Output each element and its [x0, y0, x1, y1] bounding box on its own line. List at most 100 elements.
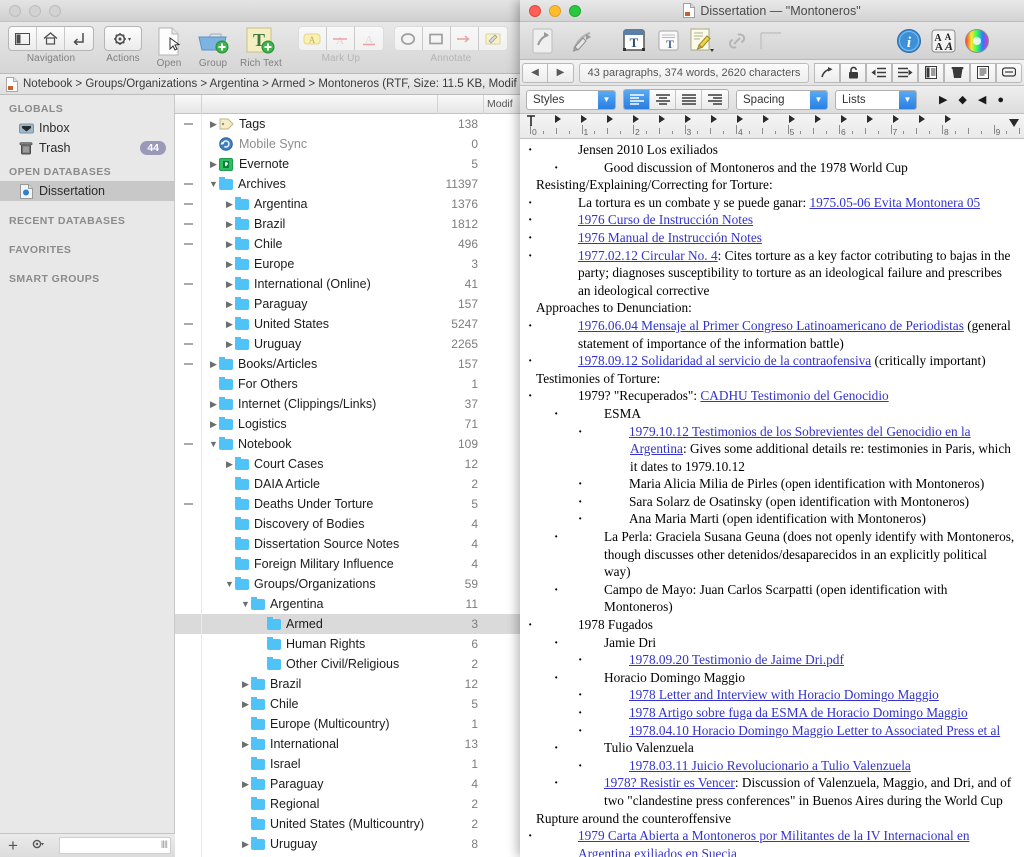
document-link[interactable]: 1978 Artigo sobre fuga da ESMA de Horaci… [629, 705, 968, 720]
spacing-dropdown[interactable]: Spacing ▼ [736, 89, 828, 110]
tab-stop-marker[interactable] [919, 115, 925, 123]
chevron-right-icon[interactable]: ▶ [224, 319, 235, 330]
chevron-right-icon[interactable]: ▶ [224, 219, 235, 230]
tab-stop-marker[interactable] [815, 115, 821, 123]
tab-stop-marker[interactable] [945, 115, 951, 123]
align-justify-button[interactable] [676, 90, 702, 109]
nav-dot-icon[interactable]: ● [997, 94, 1004, 106]
table-row[interactable]: Dissertation Source Notes 4 [175, 534, 523, 554]
document-icon[interactable] [970, 62, 996, 83]
nav-next-icon[interactable]: ▶ [939, 93, 947, 106]
table-row[interactable]: ▶ Court Cases 12 [175, 454, 523, 474]
chevron-right-icon[interactable]: ▶ [224, 259, 235, 270]
table-row[interactable]: ▶ Paraguay 4 [175, 774, 523, 794]
indent-icon[interactable] [892, 62, 918, 83]
chevron-right-icon[interactable]: ▶ [208, 159, 219, 170]
table-row[interactable]: Israel 1 [175, 754, 523, 774]
prev-page-button[interactable]: ◀ [522, 62, 548, 83]
document-link[interactable]: 1979 Carta Abierta a Montoneros por Mili… [578, 828, 970, 857]
document-link[interactable]: 1976 Manual de Instrucción Notes [578, 230, 762, 245]
chevron-right-icon[interactable]: ▶ [240, 779, 251, 790]
chevron-right-icon[interactable]: ▶ [240, 839, 251, 850]
lists-dropdown[interactable]: Lists ▼ [835, 89, 917, 110]
tab-stop-marker[interactable] [633, 115, 639, 123]
tab-stop-marker[interactable] [555, 115, 561, 123]
align-left-button[interactable] [624, 90, 650, 109]
add-button[interactable]: + [8, 837, 18, 854]
comment-icon[interactable] [996, 62, 1022, 83]
table-row[interactable]: Discovery of Bodies 4 [175, 514, 523, 534]
chevron-right-icon[interactable]: ▶ [208, 119, 219, 130]
document-link[interactable]: 1978.09.12 Solidaridad al servicio de la… [578, 353, 871, 368]
annotate-pencil-icon[interactable] [566, 26, 600, 56]
sidebar-item-dissertation[interactable]: Dissertation [0, 181, 174, 201]
sidebar-item-inbox[interactable]: Inbox [0, 118, 174, 138]
table-row[interactable]: Foreign Military Influence 4 [175, 554, 523, 574]
zoom-button[interactable] [49, 4, 61, 17]
table-row[interactable]: ▼ Argentina 11 [175, 594, 523, 614]
table-row[interactable]: ▼ Archives 11397 [175, 174, 523, 194]
document-link[interactable]: 1977.02.12 Circular No. 4 [578, 248, 718, 263]
tab-stop-marker[interactable] [607, 115, 613, 123]
align-center-button[interactable] [650, 90, 676, 109]
tab-stop-marker[interactable] [763, 115, 769, 123]
table-row[interactable]: ▶ Evernote 5 [175, 154, 523, 174]
close-button[interactable] [9, 4, 21, 17]
table-row[interactable]: ▶ Uruguay 8 [175, 834, 523, 854]
table-row[interactable]: DAIA Article 2 [175, 474, 523, 494]
table-row[interactable]: Deaths Under Torture 5 [175, 494, 523, 514]
inline-text-icon[interactable]: T [652, 26, 686, 56]
sidebar-icon[interactable] [9, 27, 37, 50]
tab-stop-marker[interactable] [737, 115, 743, 123]
table-row[interactable]: ▶ Tags 138 [175, 114, 523, 134]
table-row[interactable]: ▶ Paraguay 157 [175, 294, 523, 314]
trash-icon[interactable] [944, 62, 970, 83]
table-row[interactable]: United States (Multicountry) 2 [175, 814, 523, 834]
table-row[interactable]: ▶ Brazil 12 [175, 674, 523, 694]
chevron-right-icon[interactable]: ▶ [240, 679, 251, 690]
chevron-right-icon[interactable]: ▶ [224, 279, 235, 290]
document-link[interactable]: 1978.03.11 Juicio Revolucionario a Tulio… [629, 758, 911, 773]
chevron-right-icon[interactable]: ▶ [208, 359, 219, 370]
table-row[interactable]: ▶ Chile 5 [175, 694, 523, 714]
tab-stop-marker[interactable] [841, 115, 847, 123]
document-text-area[interactable]: Jensen 2010 Los exiliados Good discussion… [520, 139, 1024, 857]
tab-stop-marker[interactable] [789, 115, 795, 123]
chevron-right-icon[interactable]: ▶ [240, 739, 251, 750]
minimize-button[interactable] [29, 4, 41, 17]
tab-stop-marker[interactable] [711, 115, 717, 123]
chevron-right-icon[interactable]: ▶ [224, 299, 235, 310]
document-link[interactable]: 1978? Resistir es Vencer [604, 775, 735, 790]
gear-dropdown-icon[interactable] [105, 27, 141, 50]
text-box-icon[interactable]: T [618, 26, 652, 56]
tab-stop-marker[interactable] [659, 115, 665, 123]
document-link[interactable]: 1976 Curso de Instrucción Notes [578, 212, 753, 227]
new-rich-text-icon[interactable]: T [244, 26, 278, 56]
table-row[interactable]: ▼ Notebook 109 [175, 434, 523, 454]
nav-prev-icon[interactable]: ◀ [978, 93, 986, 106]
chevron-down-icon[interactable]: ▼ [224, 579, 235, 589]
chevron-right-icon[interactable]: ▶ [224, 459, 235, 470]
tab-stop-marker[interactable] [893, 115, 899, 123]
home-icon[interactable] [37, 27, 65, 50]
table-row[interactable]: ▶ Books/Articles 157 [175, 354, 523, 374]
sidebar-search-field[interactable]: ‖‖ [58, 837, 171, 854]
table-row[interactable]: ▶ International (Online) 41 [175, 274, 523, 294]
table-row[interactable]: Europe (Multicountry) 1 [175, 714, 523, 734]
tab-stop-marker[interactable] [867, 115, 873, 123]
colors-icon[interactable] [960, 26, 994, 56]
column-items[interactable] [437, 95, 483, 114]
chevron-right-icon[interactable]: ▶ [224, 339, 235, 350]
table-row[interactable]: Mobile Sync 0 [175, 134, 523, 154]
tab-stop-marker[interactable] [685, 115, 691, 123]
table-row[interactable]: ▶ Europe 3 [175, 254, 523, 274]
info-icon[interactable]: i [892, 26, 926, 56]
go-back-icon[interactable] [65, 27, 93, 50]
table-row[interactable]: Human Rights 6 [175, 634, 523, 654]
new-group-icon[interactable] [196, 26, 230, 56]
chevron-down-icon[interactable]: ▼ [240, 599, 251, 609]
table-row[interactable]: ▶ Chile 496 [175, 234, 523, 254]
table-row[interactable]: ▶ Uruguay 2265 [175, 334, 523, 354]
styles-dropdown[interactable]: Styles ▼ [526, 89, 616, 110]
next-page-button[interactable]: ▶ [548, 62, 574, 83]
